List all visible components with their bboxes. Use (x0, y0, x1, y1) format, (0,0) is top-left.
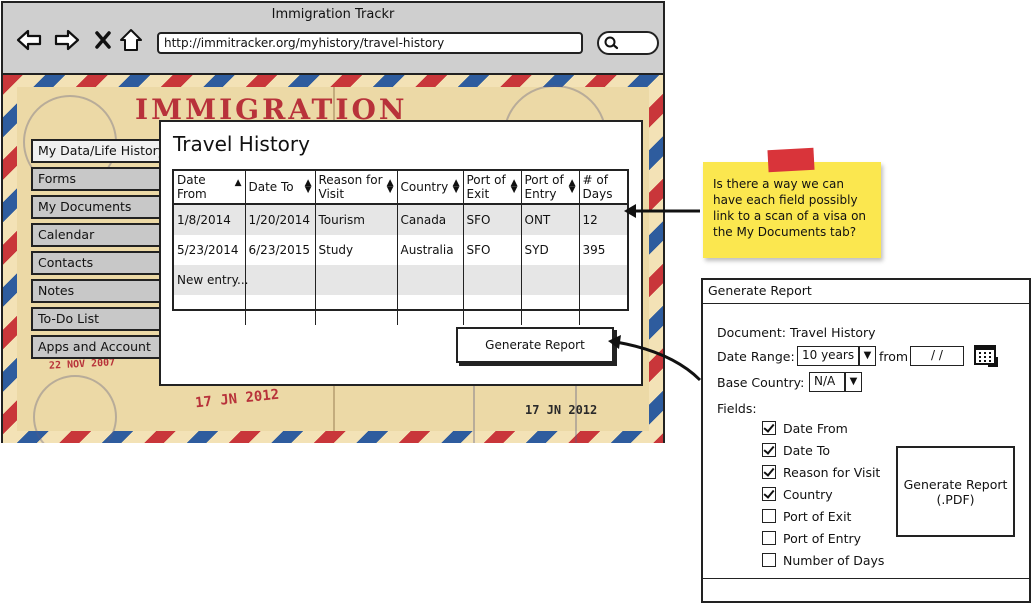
checkbox-label: Number of Days (783, 552, 885, 568)
field-checkbox-country[interactable]: Country (762, 485, 833, 503)
checkbox-checked[interactable] (762, 487, 776, 501)
field-checkbox-date-to[interactable]: Date To (762, 441, 830, 459)
date-range-select[interactable]: 10 years (797, 346, 859, 366)
document-label: Document: Travel History (717, 325, 876, 340)
dialog-title: Generate Report (703, 280, 1029, 304)
checkbox-label: Port of Entry (783, 530, 862, 546)
checkbox-checked[interactable] (762, 465, 776, 479)
calendar-icon[interactable] (974, 344, 998, 372)
from-label: from (879, 349, 909, 364)
arrow-to-table (624, 204, 700, 218)
checkbox-checked[interactable] (762, 421, 776, 435)
field-checkbox-days[interactable]: Number of Days (762, 551, 884, 569)
sticky-tape (767, 147, 815, 173)
dialog-footer-divider (703, 578, 1029, 579)
field-checkbox-date-from[interactable]: Date From (762, 419, 848, 437)
checkbox-label: Port of Exit (783, 508, 852, 524)
date-range-label: Date Range: (717, 349, 795, 364)
field-checkbox-port-exit[interactable]: Port of Exit (762, 507, 851, 525)
field-checkbox-reason[interactable]: Reason for Visit (762, 463, 880, 481)
checkbox-unchecked[interactable] (762, 509, 776, 523)
chevron-down-icon[interactable]: ▼ (845, 372, 862, 392)
generate-report-dialog: Generate Report Document: Travel History… (701, 278, 1031, 603)
checkbox-checked[interactable] (762, 443, 776, 457)
from-date-input[interactable]: / / (910, 346, 964, 366)
checkbox-label: Date To (783, 442, 831, 458)
sticky-note-text: Is there a way we can have each field po… (713, 177, 867, 239)
sticky-note: Is there a way we can have each field po… (703, 162, 881, 258)
checkbox-label: Date From (783, 420, 848, 436)
fields-label: Fields: (717, 401, 757, 416)
checkbox-unchecked[interactable] (762, 531, 776, 545)
pdf-button-sublabel: (.PDF) (936, 491, 975, 507)
generate-pdf-button[interactable]: Generate Report (.PDF) (896, 446, 1015, 537)
checkbox-label: Country (783, 486, 833, 502)
chevron-down-icon[interactable]: ▼ (859, 346, 876, 366)
base-country-label: Base Country: (717, 375, 805, 390)
arrow-to-generate-button (608, 335, 702, 382)
field-checkbox-port-entry[interactable]: Port of Entry (762, 529, 861, 547)
checkbox-unchecked[interactable] (762, 553, 776, 567)
checkbox-label: Reason for Visit (783, 464, 881, 480)
pdf-button-label: Generate Report (903, 476, 1008, 492)
base-country-select[interactable]: N/A (809, 372, 845, 392)
calendar-icon-graphic (974, 345, 998, 367)
